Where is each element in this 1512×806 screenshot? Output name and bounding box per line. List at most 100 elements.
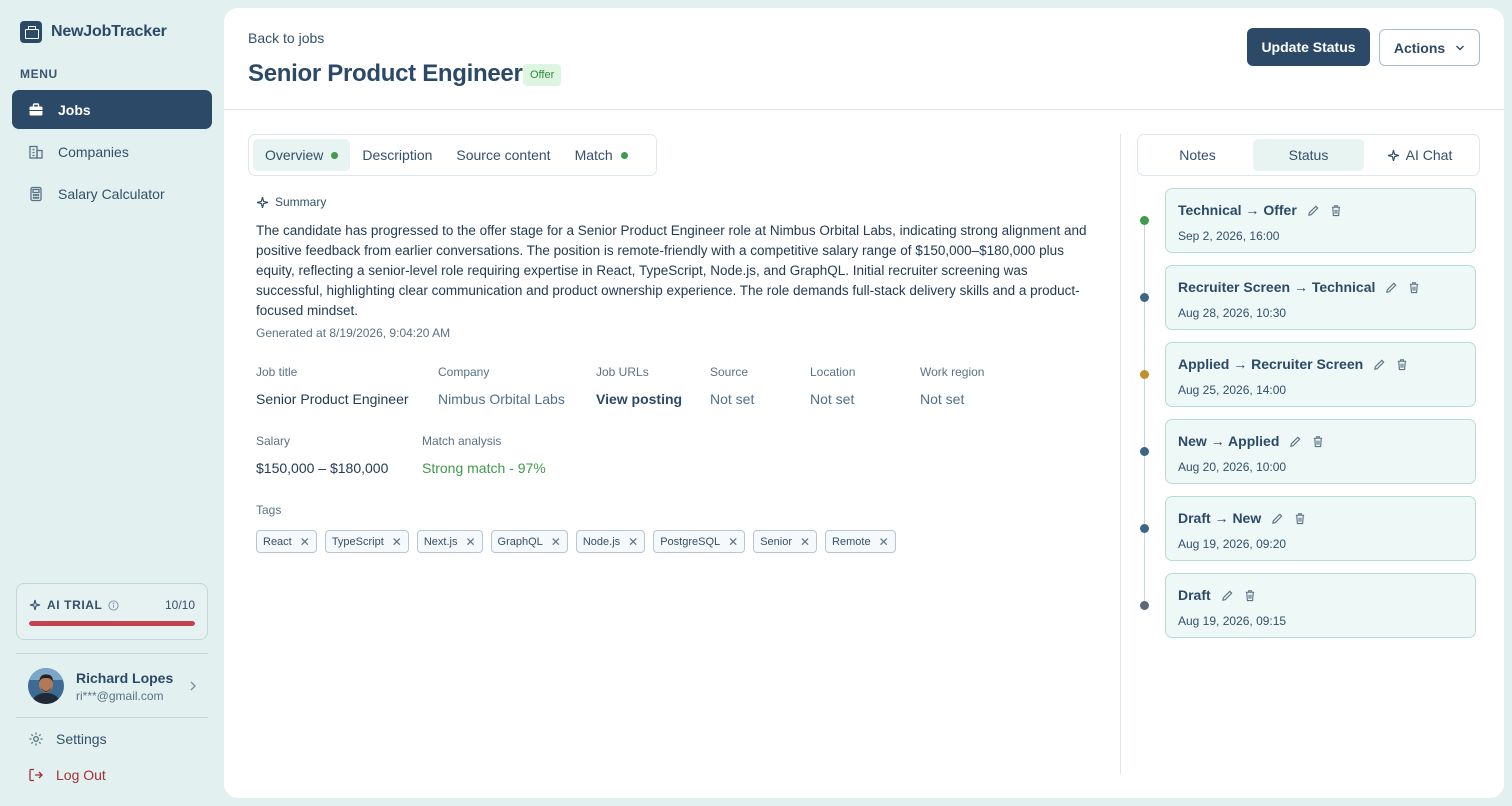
sidebar-item-companies[interactable]: Companies bbox=[12, 132, 212, 171]
field-label: Salary bbox=[256, 434, 291, 448]
calculator-icon bbox=[30, 186, 42, 201]
work-region-value: Not set bbox=[920, 391, 965, 407]
edit-icon[interactable] bbox=[1271, 512, 1284, 525]
field-label: Job title bbox=[256, 365, 298, 379]
brand[interactable]: NewJobTracker bbox=[20, 21, 167, 43]
remove-tag-icon[interactable]: ✕ bbox=[728, 535, 738, 549]
view-posting-link[interactable]: View posting bbox=[596, 391, 682, 407]
status-transition: Applied → Recruiter Screen bbox=[1178, 356, 1364, 372]
job-tabs: Overview Description Source content Matc… bbox=[248, 134, 657, 176]
menu-label: MENU bbox=[20, 67, 58, 81]
summary-text: The candidate has progressed to the offe… bbox=[256, 223, 1087, 318]
field-location: Location Not set bbox=[810, 365, 855, 407]
status-timeline: Technical → Offer Sep 2, 2026, 16:00 Rec… bbox=[1140, 188, 1484, 648]
chevron-right-icon bbox=[190, 681, 196, 691]
status-date: Aug 19, 2026, 09:20 bbox=[1178, 537, 1287, 551]
ai-trial-label: AI TRIAL bbox=[47, 598, 103, 612]
sparkle-icon bbox=[256, 196, 269, 208]
tab-ai-chat[interactable]: AI Chat bbox=[1364, 139, 1475, 171]
remove-tag-icon[interactable]: ✕ bbox=[800, 535, 810, 549]
field-source: Source Not set bbox=[710, 365, 754, 407]
tab-notes[interactable]: Notes bbox=[1142, 139, 1253, 171]
remove-tag-icon[interactable]: ✕ bbox=[551, 535, 561, 549]
edit-icon[interactable] bbox=[1221, 589, 1234, 602]
sidebar-item-jobs[interactable]: Jobs bbox=[12, 90, 212, 129]
timeline-dot bbox=[1140, 447, 1149, 456]
field-label: Source bbox=[710, 365, 749, 379]
remove-tag-icon[interactable]: ✕ bbox=[879, 535, 889, 549]
tag-label: GraphQL bbox=[497, 535, 543, 548]
status-badge: Offer bbox=[523, 64, 562, 86]
status-transition: Technical → Offer bbox=[1178, 202, 1297, 218]
tab-source-content[interactable]: Source content bbox=[444, 139, 562, 171]
salary-value: $150,000 – $180,000 bbox=[256, 460, 389, 476]
back-to-jobs-link[interactable]: Back to jobs bbox=[248, 30, 324, 46]
remove-tag-icon[interactable]: ✕ bbox=[628, 535, 638, 549]
tab-label: Status bbox=[1288, 147, 1329, 163]
edit-icon[interactable] bbox=[1385, 281, 1398, 294]
divider bbox=[16, 717, 208, 718]
tag-chip: React ✕ bbox=[256, 530, 317, 553]
trash-icon[interactable] bbox=[1244, 589, 1256, 602]
tag-label: Senior bbox=[760, 535, 792, 548]
ai-trial-count: 10/10 bbox=[164, 598, 195, 612]
sidebar-item-label: Companies bbox=[58, 143, 129, 160]
status-date: Aug 28, 2026, 10:30 bbox=[1178, 306, 1287, 320]
trash-icon[interactable] bbox=[1294, 512, 1306, 525]
sidebar-item-salary-calculator[interactable]: Salary Calculator bbox=[12, 174, 212, 213]
sidebar-item-label: Salary Calculator bbox=[58, 185, 165, 202]
gear-icon bbox=[29, 732, 43, 746]
status-date: Aug 20, 2026, 10:00 bbox=[1178, 460, 1287, 474]
status-transition: New → Applied bbox=[1178, 433, 1280, 449]
sparkle-icon bbox=[1387, 149, 1399, 161]
tab-match[interactable]: Match bbox=[563, 139, 640, 171]
status-dot bbox=[331, 151, 339, 159]
tab-label: Source content bbox=[456, 147, 551, 163]
info-icon[interactable] bbox=[108, 599, 120, 611]
tab-status[interactable]: Status bbox=[1253, 139, 1364, 171]
status-history-item: Draft → New Aug 19, 2026, 09:20 bbox=[1165, 496, 1476, 561]
tab-description[interactable]: Description bbox=[350, 139, 444, 171]
sidebar: NewJobTracker MENU Jobs Companies Salary… bbox=[0, 0, 224, 806]
trash-icon[interactable] bbox=[1330, 204, 1342, 217]
edit-icon[interactable] bbox=[1307, 204, 1320, 217]
user-profile[interactable]: Richard Lopes ri***@gmail.com bbox=[28, 667, 198, 705]
header-divider bbox=[224, 109, 1504, 110]
status-history-item: Recruiter Screen → Technical Aug 28, 202… bbox=[1165, 265, 1476, 330]
field-label: Company bbox=[438, 365, 490, 379]
status-date: Sep 2, 2026, 16:00 bbox=[1178, 229, 1280, 243]
sparkle-icon bbox=[29, 599, 41, 611]
status-history-item: New → Applied Aug 20, 2026, 10:00 bbox=[1165, 419, 1476, 484]
remove-tag-icon[interactable]: ✕ bbox=[465, 535, 475, 549]
logout-link[interactable]: Log Out bbox=[28, 767, 106, 783]
ai-trial-card: AI TRIAL 10/10 bbox=[16, 583, 208, 640]
remove-tag-icon[interactable]: ✕ bbox=[300, 535, 310, 549]
tab-overview[interactable]: Overview bbox=[253, 139, 351, 171]
timeline-line bbox=[1144, 220, 1145, 605]
trash-icon[interactable] bbox=[1312, 435, 1324, 448]
trash-icon[interactable] bbox=[1396, 358, 1408, 371]
field-label: Job URLs bbox=[596, 365, 649, 379]
panel-divider bbox=[1120, 134, 1121, 774]
trash-icon[interactable] bbox=[1408, 281, 1420, 294]
edit-icon[interactable] bbox=[1289, 435, 1302, 448]
logout-label: Log Out bbox=[56, 767, 106, 783]
company-link[interactable]: Nimbus Orbital Labs bbox=[438, 391, 565, 407]
settings-link[interactable]: Settings bbox=[28, 731, 107, 747]
status-transition: Draft bbox=[1178, 587, 1211, 603]
divider bbox=[16, 653, 208, 654]
user-name: Richard Lopes bbox=[76, 669, 174, 686]
status-history-item: Technical → Offer Sep 2, 2026, 16:00 bbox=[1165, 188, 1476, 253]
edit-icon[interactable] bbox=[1373, 358, 1386, 371]
chevron-down-icon bbox=[1456, 45, 1465, 50]
source-value: Not set bbox=[710, 391, 755, 407]
status-history-item: Draft Aug 19, 2026, 09:15 bbox=[1165, 573, 1476, 638]
update-status-button[interactable]: Update Status bbox=[1247, 28, 1370, 66]
briefcase-logo-icon bbox=[20, 21, 42, 43]
actions-button[interactable]: Actions bbox=[1379, 29, 1480, 66]
status-history-item: Applied → Recruiter Screen Aug 25, 2026,… bbox=[1165, 342, 1476, 407]
field-salary: Salary $150,000 – $180,000 bbox=[256, 434, 388, 476]
field-label: Location bbox=[810, 365, 856, 379]
tag-chip: Next.js ✕ bbox=[416, 530, 483, 553]
remove-tag-icon[interactable]: ✕ bbox=[392, 535, 402, 549]
